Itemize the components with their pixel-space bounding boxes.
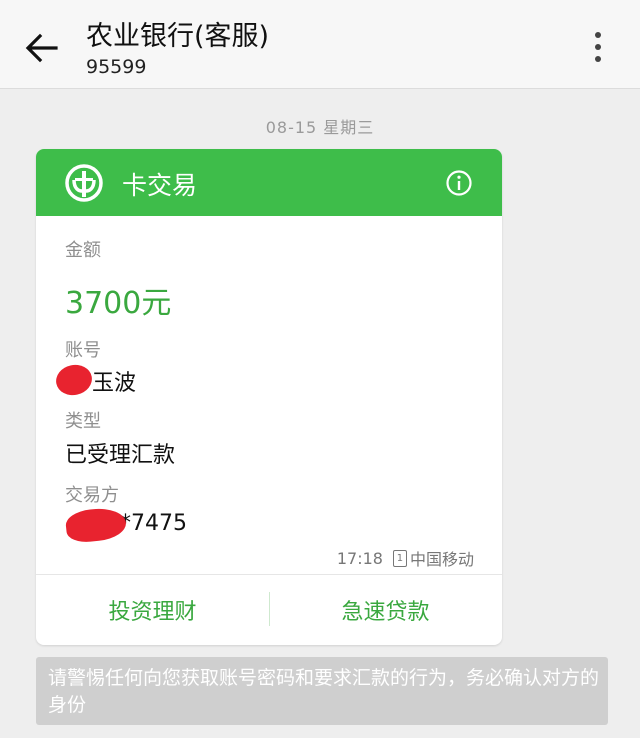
abc-bank-logo-icon	[65, 164, 103, 202]
amount-label: 金额	[65, 240, 101, 261]
card-header: 卡交易	[36, 149, 502, 216]
amount-value: 3700元	[65, 286, 172, 321]
app-header: 农业银行(客服) 95599	[0, 0, 640, 89]
account-label: 账号	[65, 340, 101, 361]
type-label: 类型	[65, 411, 101, 432]
transaction-card: 卡交易 金额 3700元 账号 玉波 类型 已受理汇款 交易方 *7475 17…	[36, 149, 502, 645]
redaction-mark	[53, 361, 95, 399]
loan-button[interactable]: 急速贷款	[269, 594, 502, 626]
sender-number: 95599	[86, 56, 147, 78]
message-time: 17:18	[336, 548, 383, 568]
account-value: 玉波	[92, 371, 137, 396]
sim-1-icon: 1	[392, 549, 407, 567]
redaction-mark	[64, 505, 128, 545]
type-value: 已受理汇款	[65, 443, 176, 468]
message-meta: 17:18 1 中国移动	[337, 546, 474, 570]
info-icon[interactable]	[445, 169, 473, 197]
counterparty-label: 交易方	[65, 485, 119, 506]
card-title: 卡交易	[122, 171, 198, 200]
conversation-title: 农业银行(客服)	[86, 21, 270, 52]
card-divider	[36, 574, 502, 575]
warning-text: 请警惕任何向您获取账号密码和要求汇款的行为，务必确认对方的身份	[48, 667, 600, 716]
counterparty-value: *7475	[120, 511, 187, 536]
back-arrow-icon[interactable]	[22, 28, 62, 68]
security-warning-banner: 请警惕任何向您获取账号密码和要求汇款的行为，务必确认对方的身份	[36, 657, 608, 725]
invest-button[interactable]: 投资理财	[36, 594, 269, 626]
carrier-name: 中国移动	[409, 550, 474, 569]
message-date: 08-15 星期三	[265, 118, 375, 137]
more-options-icon[interactable]	[586, 30, 610, 64]
